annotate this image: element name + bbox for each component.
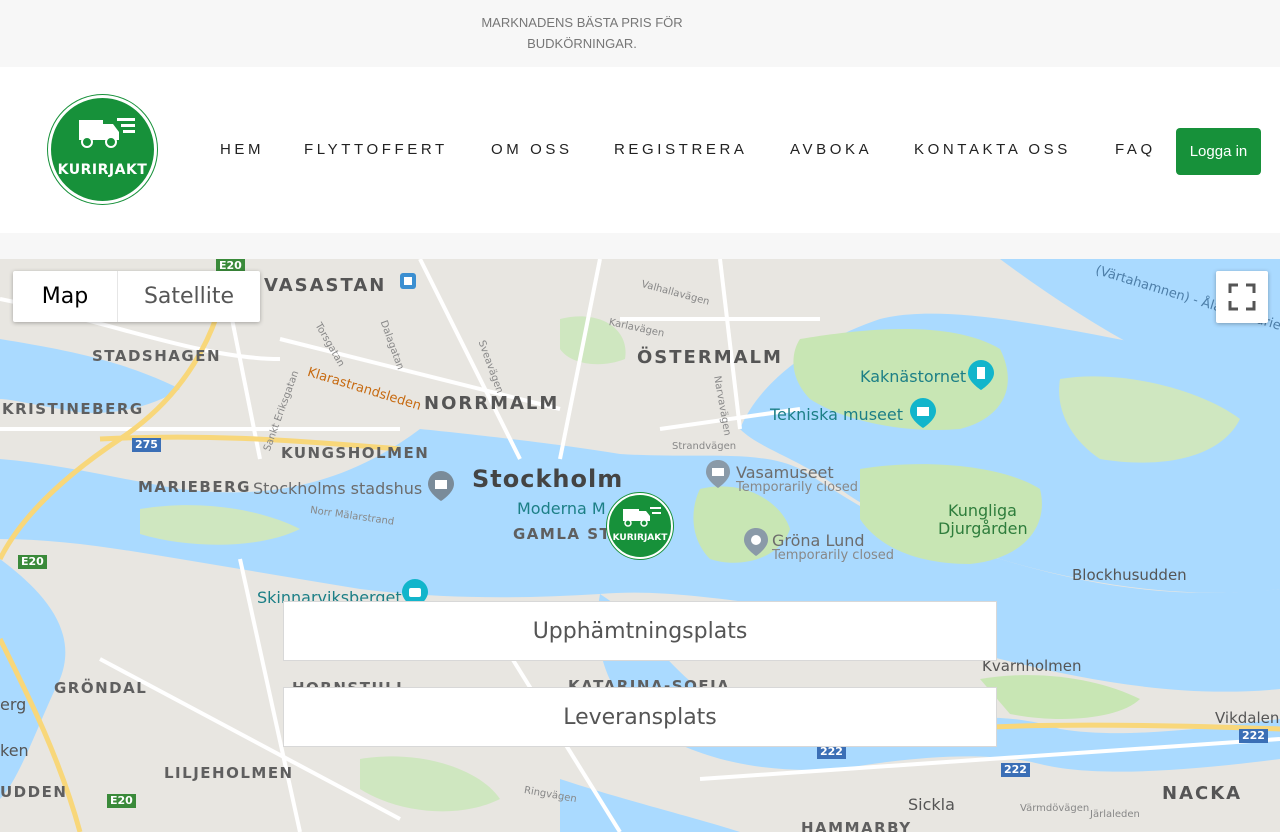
map-label-gamla-stan: GAMLA ST	[513, 525, 612, 543]
fullscreen-button[interactable]	[1216, 271, 1268, 323]
map-label-stadshagen: STADSHAGEN	[92, 347, 222, 365]
road-badge-e20-south: E20	[107, 794, 136, 808]
logo-text: KURIRJAKT	[57, 162, 148, 178]
road-badge-e20-west: E20	[18, 555, 47, 569]
marker-text: KURIRJAKT	[612, 533, 668, 543]
map-label-erg: erg	[0, 695, 27, 714]
marker-truck-icon	[623, 507, 661, 527]
map-label-grona-closed: Temporarily closed	[772, 548, 895, 563]
road-badge-222-far-east: 222	[1239, 729, 1268, 743]
nav-avboka[interactable]: AVBOKA	[790, 141, 872, 158]
nav-registrera[interactable]: REGISTRERA	[614, 141, 748, 158]
map-label-vasa-closed: Temporarily closed	[736, 480, 859, 495]
nav-om-oss[interactable]: OM OSS	[491, 141, 573, 158]
map-label-hammarby: HAMMARBY	[801, 819, 912, 832]
map-label-norrmalm: NORRMALM	[424, 393, 560, 414]
map-label-strandvagen: Strandvägen	[672, 441, 737, 452]
delivery-address-input[interactable]	[283, 687, 997, 747]
map-label-ostermalm: ÖSTERMALM	[637, 347, 783, 368]
map-label-blockhusudden: Blockhusudden	[1072, 566, 1187, 584]
map-type-map-button[interactable]: Map	[13, 271, 117, 322]
map-label-stockholm: Stockholm	[472, 465, 624, 493]
map-label-moderna: Moderna M	[517, 499, 606, 518]
site-header: KURIRJAKT HEM FLYTTOFFERT OM OSS REGISTR…	[0, 67, 1280, 233]
pickup-address-input[interactable]	[283, 601, 997, 661]
map-label-kungsholmen: KUNGSHOLMEN	[281, 444, 430, 462]
delivery-truck-icon	[79, 118, 135, 148]
map-label-kristineberg: KRISTINEBERG	[2, 400, 144, 418]
map-label-djurgarden-1: Kungliga	[948, 501, 1017, 520]
map-label-kaknastornet: Kaknästornet	[860, 367, 967, 386]
fullscreen-icon	[1228, 283, 1256, 311]
road-badge-275: 275	[132, 438, 161, 452]
city-hall-pin-icon	[428, 471, 454, 501]
nav-kontakta-oss[interactable]: KONTAKTA OSS	[914, 141, 1071, 158]
vasamuseet-pin-icon	[706, 460, 730, 488]
road-badge-222: 222	[817, 745, 846, 759]
map-label-nacka: NACKA	[1162, 783, 1243, 804]
nav-hem[interactable]: HEM	[220, 141, 264, 158]
map-label-jarlaleden: Järlaleden	[1090, 809, 1140, 820]
logo[interactable]: KURIRJAKT	[48, 95, 157, 204]
tagline: MARKNADENS BÄSTA PRIS FÖR BUDKÖRNINGAR.	[481, 15, 683, 51]
map-label-djurgarden-2: Djurgården	[938, 519, 1028, 538]
top-bar: MARKNADENS BÄSTA PRIS FÖR BUDKÖRNINGAR.	[0, 0, 1280, 67]
nav-faq[interactable]: FAQ	[1115, 141, 1156, 158]
map-label-varmdovagen: Värmdövägen	[1020, 803, 1090, 814]
map-type-satellite-button[interactable]: Satellite	[117, 271, 260, 322]
login-button[interactable]: Logga in	[1176, 128, 1261, 175]
map-marker[interactable]: KURIRJAKT	[607, 493, 673, 559]
header-divider-strip	[0, 233, 1280, 259]
road-badge-222-east: 222	[1001, 763, 1030, 777]
map-label-liljeholmen: LILJEHOLMEN	[164, 764, 294, 782]
map-type-control: Map Satellite	[13, 271, 260, 322]
map-label-ken: ken	[0, 741, 29, 760]
museum-pin-icon	[910, 398, 936, 428]
map-label-grondal: GRÖNDAL	[54, 679, 148, 697]
map-label-marieberg: MARIEBERG	[138, 478, 251, 496]
map-label-sickla: Sickla	[908, 795, 955, 814]
transit-icon	[400, 273, 416, 289]
map[interactable]: VASASTAN ÖSTERMALM STADSHAGEN KRISTINEBE…	[0, 259, 1280, 832]
map-label-vasastan: VASASTAN	[264, 275, 387, 296]
map-label-udden: UDDEN	[0, 783, 68, 801]
map-label-vikdalen: Vikdalen	[1215, 709, 1280, 727]
grona-lund-pin-icon	[744, 528, 768, 556]
map-label-tekniska: Tekniska museet	[770, 405, 903, 424]
tower-pin-icon	[968, 360, 994, 390]
map-label-stadshus: Stockholms stadshus	[253, 479, 423, 498]
nav-flyttoffert[interactable]: FLYTTOFFERT	[304, 141, 448, 158]
